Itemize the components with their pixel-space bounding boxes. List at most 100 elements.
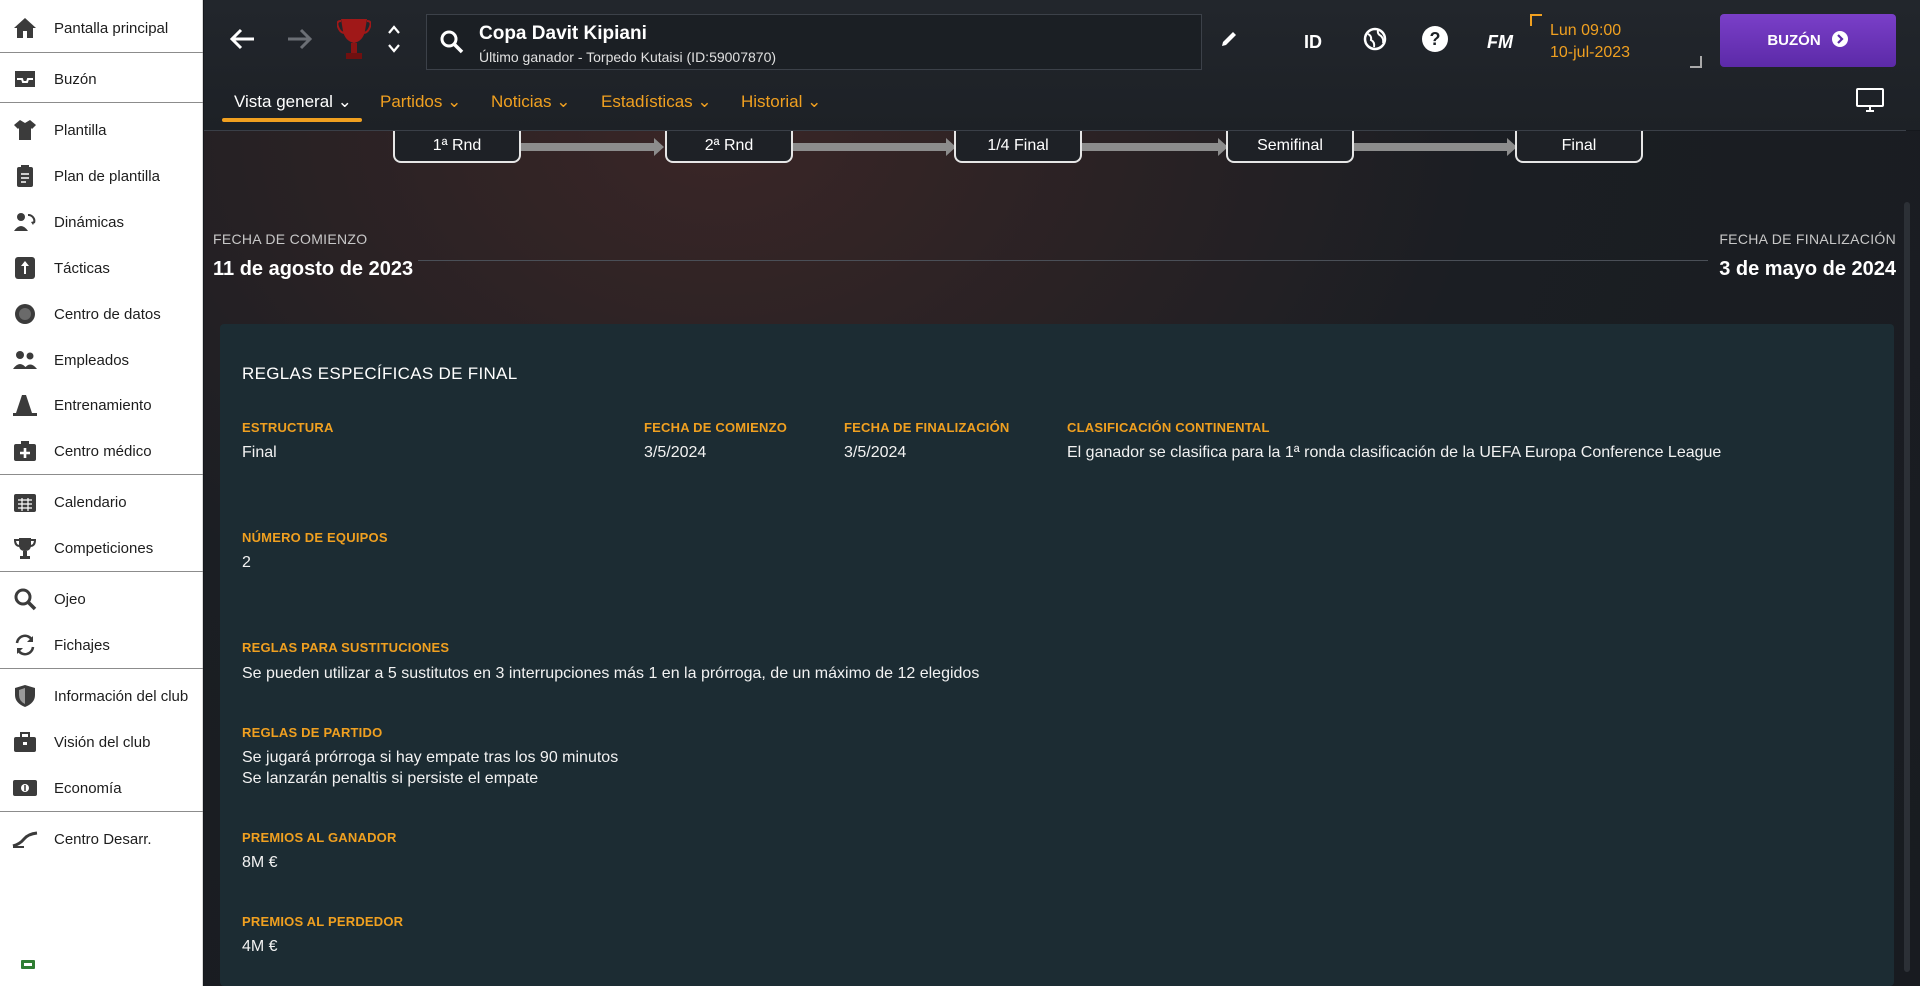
round-quarter-final[interactable]: 1/4 Final — [954, 131, 1082, 163]
inbox-continue-button[interactable]: BUZÓN — [1720, 14, 1896, 67]
pencil-icon — [1219, 29, 1239, 54]
sidebar-item-home[interactable]: Pantalla principal — [0, 9, 203, 47]
sidebar-item-club-info[interactable]: Información del club — [0, 677, 203, 715]
final-start-caption: FECHA DE COMIENZO — [644, 420, 788, 435]
page-subtitle: Último ganador - Torpedo Kutaisi (ID:590… — [479, 49, 777, 65]
game-day: 10-jul-2023 — [1550, 44, 1631, 61]
fm-menu-button[interactable]: FM — [1480, 28, 1520, 56]
sidebar-item-dev-centre[interactable]: Centro Desarr. — [0, 820, 203, 858]
chevron-down-icon: ⌄ — [697, 92, 712, 111]
game-time: Lun 09:00 — [1550, 22, 1622, 39]
edit-button[interactable] — [1216, 28, 1242, 54]
round-semi-final[interactable]: Semifinal — [1226, 131, 1354, 163]
sidebar-item-label: Buzón — [54, 70, 97, 88]
winner-prize-value: 8M € — [242, 854, 278, 871]
winner-prize-caption: PREMIOS AL GANADOR — [242, 830, 397, 845]
competition-switcher[interactable] — [382, 24, 406, 60]
sidebar-item-label: Ojeo — [54, 590, 86, 608]
start-date-value: 11 de agosto de 2023 — [213, 258, 414, 280]
tab-label: Vista general — [234, 92, 333, 111]
round-first[interactable]: 1ª Rnd — [393, 131, 521, 163]
tab-matches[interactable]: Partidos ⌄ — [380, 92, 461, 112]
game-date[interactable]: Lun 09:00 10-jul-2023 — [1550, 20, 1630, 64]
round-second[interactable]: 2ª Rnd — [665, 131, 793, 163]
svg-text:?: ? — [1430, 29, 1441, 49]
dynamics-icon — [12, 209, 38, 235]
data-icon — [12, 301, 38, 327]
forward-button[interactable] — [282, 24, 316, 58]
tab-history[interactable]: Historial ⌄ — [741, 92, 821, 112]
sidebar-item-squad[interactable]: Plantilla — [0, 111, 203, 149]
start-date-caption: FECHA DE COMIENZO — [213, 231, 368, 247]
sidebar-item-label: Centro de datos — [54, 305, 161, 323]
timeline-line — [418, 260, 1708, 261]
sidebar-item-tactics[interactable]: Tácticas — [0, 249, 203, 287]
loser-prize-caption: PREMIOS AL PERDEDOR — [242, 914, 404, 929]
id-button[interactable]: ID — [1298, 28, 1328, 56]
end-date-caption: FECHA DE FINALIZACIÓN — [1719, 231, 1896, 247]
round-arrow — [1082, 138, 1228, 156]
sidebar-item-squad-plan[interactable]: Plan de plantilla — [0, 157, 203, 195]
tab-news[interactable]: Noticias ⌄ — [491, 92, 570, 112]
search-icon — [12, 586, 38, 612]
clipboard-icon — [12, 163, 38, 189]
final-end-caption: FECHA DE FINALIZACIÓN — [844, 420, 1010, 435]
sidebar-item-label: Plantilla — [54, 121, 107, 139]
sidebar-item-label: Dinámicas — [54, 213, 125, 231]
world-button[interactable] — [1360, 26, 1390, 56]
sidebar-item-calendar[interactable]: Calendario — [0, 483, 203, 521]
display-mode-button[interactable] — [1854, 87, 1886, 116]
arrow-right-icon — [286, 28, 313, 55]
home-icon — [12, 15, 38, 41]
shield-icon — [12, 683, 38, 709]
help-button[interactable]: ? — [1420, 25, 1450, 58]
structure-caption: ESTRUCTURA — [242, 420, 334, 435]
back-button[interactable] — [226, 24, 260, 58]
chevron-down-icon: ⌄ — [447, 92, 462, 111]
sidebar-item-transfers[interactable]: Fichajes — [0, 626, 203, 664]
sidebar-item-competitions[interactable]: Competiciones — [0, 529, 203, 567]
competition-trophy-icon — [336, 16, 372, 64]
globe-icon — [1362, 26, 1388, 57]
page-title: Copa Davit Kipiani — [479, 23, 647, 44]
sidebar-item-inbox[interactable]: Buzón — [0, 60, 203, 98]
scrollbar[interactable] — [1904, 202, 1910, 972]
final-start-value: 3/5/2024 — [644, 444, 707, 461]
round-final[interactable]: Final — [1515, 131, 1643, 163]
round-arrow — [521, 138, 664, 156]
search-box[interactable]: Copa Davit Kipiani Último ganador - Torp… — [426, 14, 1202, 70]
tab-label: Historial — [741, 92, 803, 111]
sidebar-item-finances[interactable]: Economía — [0, 769, 203, 807]
transfer-icon — [12, 632, 38, 658]
round-arrow — [1354, 138, 1517, 156]
tab-stats[interactable]: Estadísticas ⌄ — [601, 92, 712, 112]
sidebar-item-label: Tácticas — [54, 259, 110, 277]
sidebar-item-label: Calendario — [54, 493, 127, 511]
corner-decoration — [1530, 14, 1542, 26]
chevron-down-icon: ⌄ — [556, 92, 571, 111]
help-icon: ? — [1421, 25, 1449, 58]
staff-icon — [12, 347, 38, 373]
sidebar-item-label: Plan de plantilla — [54, 167, 160, 185]
sidebar-item-label: Fichajes — [54, 636, 110, 654]
growth-icon — [12, 826, 38, 852]
sidebar-item-club-vision[interactable]: Visión del club — [0, 723, 203, 761]
trophy-icon — [12, 535, 38, 561]
corner-decoration — [1690, 56, 1702, 68]
structure-value: Final — [242, 444, 277, 461]
tab-label: Partidos — [380, 92, 443, 111]
subs-caption: REGLAS PARA SUSTITUCIONES — [242, 640, 450, 655]
sidebar-item-dynamics[interactable]: Dinámicas — [0, 203, 203, 241]
sidebar-item-training[interactable]: Entrenamiento — [0, 386, 203, 424]
sidebar-item-data-hub[interactable]: Centro de datos — [0, 295, 203, 333]
sidebar-item-scouting[interactable]: Ojeo — [0, 580, 203, 618]
sidebar-item-staff[interactable]: Empleados — [0, 341, 203, 379]
training-cone-icon — [12, 392, 38, 418]
tab-overview[interactable]: Vista general ⌄ — [234, 92, 352, 112]
inbox-icon — [12, 66, 38, 92]
continental-caption: CLASIFICACIÓN CONTINENTAL — [1067, 420, 1270, 435]
medical-icon — [12, 438, 38, 464]
sidebar-item-label: Competiciones — [54, 539, 154, 557]
chat-icon[interactable] — [20, 958, 36, 970]
sidebar-item-medical[interactable]: Centro médico — [0, 432, 203, 470]
